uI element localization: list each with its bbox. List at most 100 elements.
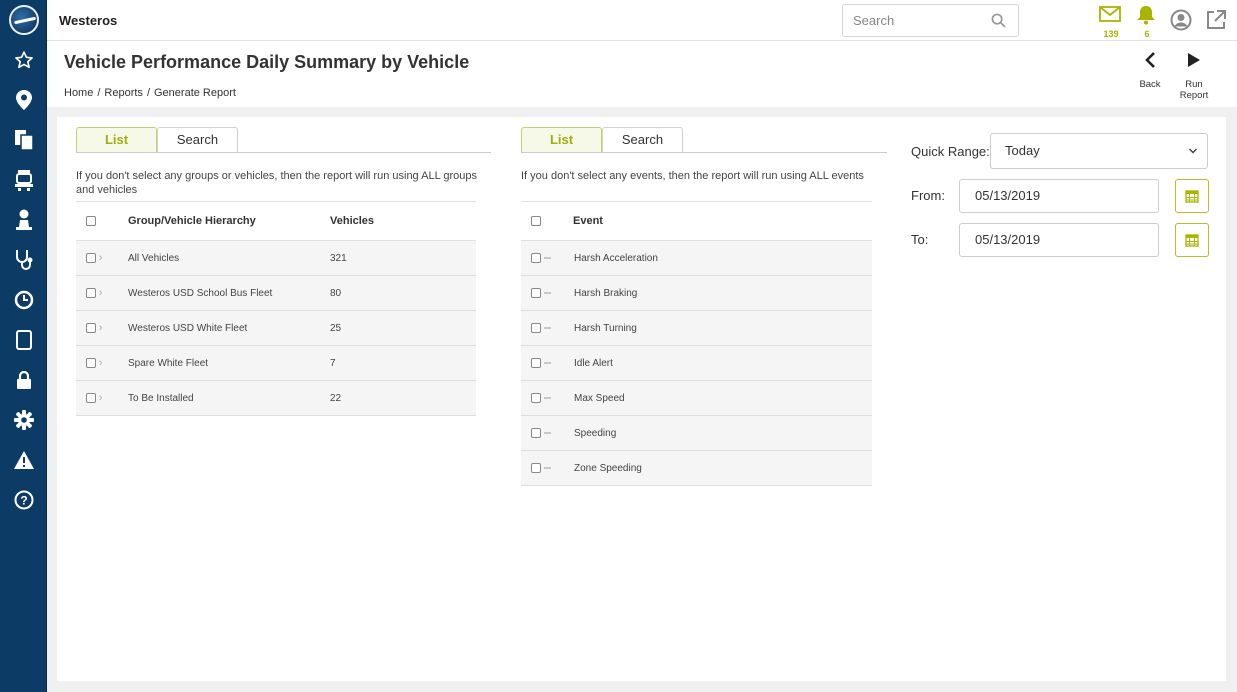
alerts-button[interactable]: 6 bbox=[1135, 5, 1159, 39]
vehicle-count: 22 bbox=[330, 380, 476, 416]
to-date-input[interactable]: 05/13/2019 bbox=[959, 223, 1159, 257]
chevron-right-icon[interactable]: › bbox=[99, 287, 103, 299]
row-checkbox[interactable] bbox=[86, 288, 96, 299]
row-checkbox[interactable] bbox=[531, 287, 541, 298]
table-row[interactable]: Harsh Acceleration bbox=[521, 240, 872, 276]
chevron-right-icon[interactable]: › bbox=[99, 252, 103, 264]
chevron-right-icon[interactable]: › bbox=[99, 357, 103, 369]
group-name: All Vehicles bbox=[106, 240, 330, 276]
lock-icon[interactable] bbox=[12, 368, 36, 392]
select-all-checkbox[interactable] bbox=[531, 216, 541, 227]
search-box[interactable] bbox=[842, 4, 1019, 37]
dash-icon bbox=[543, 256, 551, 259]
dash-icon bbox=[543, 361, 551, 364]
breadcrumb-home[interactable]: Home bbox=[64, 87, 93, 99]
row-checkbox[interactable] bbox=[531, 252, 541, 263]
messages-count: 139 bbox=[1103, 29, 1119, 39]
events-tabs: List Search bbox=[521, 127, 683, 153]
chevron-left-icon bbox=[1136, 51, 1164, 79]
vehicles-tab-list[interactable]: List bbox=[76, 127, 157, 153]
event-name: Speeding bbox=[561, 415, 872, 451]
row-checkbox[interactable] bbox=[531, 427, 541, 438]
event-name: Idle Alert bbox=[561, 345, 872, 381]
vehicles-note: If you don't select any groups or vehicl… bbox=[76, 170, 477, 196]
warning-icon[interactable] bbox=[12, 448, 36, 472]
vehicle-icon[interactable] bbox=[12, 168, 36, 192]
dash-icon bbox=[543, 291, 551, 294]
quick-range-value: Today bbox=[1005, 143, 1040, 158]
table-row[interactable]: › To Be Installed 22 bbox=[76, 380, 476, 416]
star-icon[interactable] bbox=[12, 48, 36, 72]
breadcrumb-separator: / bbox=[146, 87, 150, 99]
back-button[interactable]: Back bbox=[1136, 51, 1164, 90]
table-row[interactable]: › Westeros USD School Bus Fleet 80 bbox=[76, 275, 476, 311]
from-calendar-button[interactable] bbox=[1175, 179, 1209, 213]
group-name: To Be Installed bbox=[106, 380, 330, 416]
bell-icon bbox=[1137, 6, 1155, 25]
breadcrumb: Home / Reports / Generate Report bbox=[64, 87, 240, 99]
vehicle-count: 80 bbox=[330, 275, 476, 311]
table-row[interactable]: Max Speed bbox=[521, 380, 872, 416]
table-row[interactable]: › Westeros USD White Fleet 25 bbox=[76, 310, 476, 346]
table-row[interactable]: › Spare White Fleet 7 bbox=[76, 345, 476, 381]
search-icon[interactable] bbox=[991, 13, 1006, 33]
tablet-icon[interactable] bbox=[12, 328, 36, 352]
help-icon[interactable]: ? bbox=[12, 488, 36, 512]
to-calendar-button[interactable] bbox=[1175, 223, 1209, 257]
clock-icon[interactable] bbox=[12, 288, 36, 312]
table-row[interactable]: › All Vehicles 321 bbox=[76, 240, 476, 276]
map-pin-icon[interactable] bbox=[12, 88, 36, 112]
row-checkbox[interactable] bbox=[86, 323, 96, 334]
app-logo[interactable] bbox=[9, 5, 39, 35]
column-header: Event bbox=[561, 201, 872, 241]
dash-icon bbox=[543, 466, 551, 469]
breadcrumb-current: Generate Report bbox=[154, 87, 236, 99]
vehicles-tab-search[interactable]: Search bbox=[157, 127, 238, 153]
back-label: Back bbox=[1139, 79, 1161, 90]
event-name: Max Speed bbox=[561, 380, 872, 416]
driver-icon[interactable] bbox=[12, 208, 36, 232]
chevron-right-icon[interactable]: › bbox=[99, 392, 103, 404]
vehicle-count: 321 bbox=[330, 240, 476, 276]
chevron-right-icon[interactable]: › bbox=[99, 322, 103, 334]
table-row[interactable]: Harsh Turning bbox=[521, 310, 872, 346]
column-header: Group/Vehicle Hierarchy bbox=[106, 201, 330, 241]
quick-range-select[interactable]: Today bbox=[990, 133, 1208, 169]
vehicle-count: 25 bbox=[330, 310, 476, 346]
gear-icon[interactable] bbox=[12, 408, 36, 432]
row-checkbox[interactable] bbox=[531, 392, 541, 403]
svg-text:?: ? bbox=[20, 494, 27, 508]
group-name: Westeros USD School Bus Fleet bbox=[106, 275, 330, 311]
reports-icon[interactable] bbox=[12, 128, 36, 152]
app-title: Westeros bbox=[59, 13, 118, 28]
table-row[interactable]: Speeding bbox=[521, 415, 872, 451]
run-report-button[interactable]: Run Report bbox=[1170, 51, 1218, 101]
table-row[interactable]: Zone Speeding bbox=[521, 450, 872, 486]
group-name: Westeros USD White Fleet bbox=[106, 310, 330, 346]
column-header: Vehicles bbox=[330, 201, 476, 241]
row-checkbox[interactable] bbox=[86, 253, 96, 264]
report-form: List Search If you don't select any grou… bbox=[57, 117, 1226, 681]
row-checkbox[interactable] bbox=[86, 393, 96, 404]
messages-button[interactable]: 139 bbox=[1099, 5, 1123, 39]
from-date-input[interactable]: 05/13/2019 bbox=[959, 179, 1159, 213]
row-checkbox[interactable] bbox=[531, 357, 541, 368]
vehicle-count: 7 bbox=[330, 345, 476, 381]
row-checkbox[interactable] bbox=[531, 322, 541, 333]
row-checkbox[interactable] bbox=[531, 462, 541, 473]
select-all-checkbox[interactable] bbox=[86, 216, 96, 227]
row-checkbox[interactable] bbox=[86, 358, 96, 369]
table-row[interactable]: Idle Alert bbox=[521, 345, 872, 381]
dash-icon bbox=[543, 396, 551, 399]
table-row[interactable]: Harsh Braking bbox=[521, 275, 872, 311]
events-tab-list[interactable]: List bbox=[521, 127, 602, 153]
external-link-icon[interactable] bbox=[1205, 9, 1229, 41]
search-input[interactable] bbox=[853, 13, 983, 28]
breadcrumb-reports[interactable]: Reports bbox=[104, 87, 143, 99]
stethoscope-icon[interactable] bbox=[12, 248, 36, 272]
breadcrumb-separator: / bbox=[97, 87, 101, 99]
to-label: To: bbox=[911, 232, 929, 247]
events-tab-search[interactable]: Search bbox=[602, 127, 683, 153]
events-table: Event Harsh Acceleration Harsh Braking H… bbox=[521, 201, 872, 486]
user-profile-icon[interactable] bbox=[1170, 9, 1194, 41]
